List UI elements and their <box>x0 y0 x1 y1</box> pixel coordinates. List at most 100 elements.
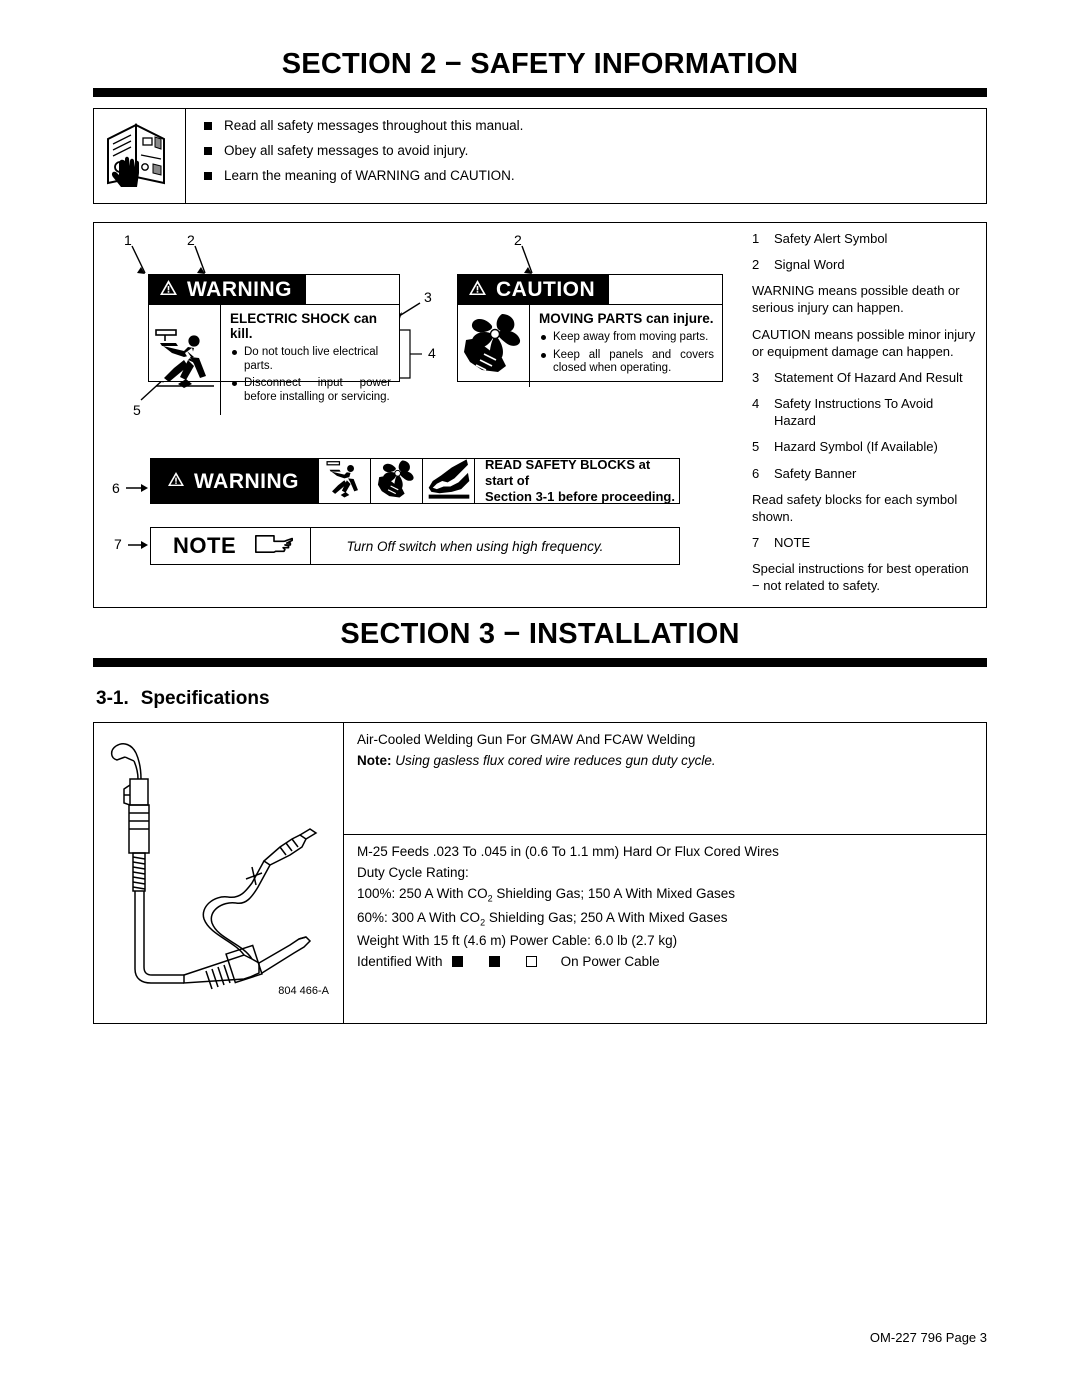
spec-weight-line: Weight With 15 ft (4.6 m) Power Cable: 6… <box>357 933 678 949</box>
note-label: NOTE <box>173 533 237 558</box>
safety-alert-symbol-icon <box>167 471 185 492</box>
square-bullet-icon <box>204 147 212 155</box>
section3-title: SECTION 3 − INSTALLATION <box>340 618 740 650</box>
list-item: Obey all safety messages to avoid injury… <box>204 143 986 158</box>
square-bullet-icon <box>204 172 212 180</box>
warning-signal-word: WARNING <box>187 278 292 301</box>
electric-shock-icon <box>154 324 216 397</box>
caution-instruction-text: Keep all panels and covers closed when o… <box>553 348 714 375</box>
safety-alert-symbol-icon <box>468 279 487 301</box>
caution-banner: CAUTION <box>458 275 722 305</box>
legend-text: NOTE <box>774 535 811 551</box>
legend-item: 7 NOTE <box>752 534 978 551</box>
legend-read-blocks-text: Read safety blocks for each symbol shown… <box>752 491 958 524</box>
welding-gun-image-cell: 804 466-A <box>94 723 344 1023</box>
callout-number-2: 2 <box>187 232 195 248</box>
note-label-cell: NOTE <box>151 528 311 564</box>
list-item: Learn the meaning of WARNING and CAUTION… <box>204 168 986 183</box>
banner-electric-shock-cell <box>319 459 371 503</box>
safety-banner-black: WARNING <box>151 459 319 503</box>
dot-bullet-icon <box>232 350 237 355</box>
warning-signal-block: WARNING ELECTRIC SHOCK can kill. Do not … <box>148 274 400 416</box>
legend-text: Safety Banner <box>774 465 857 481</box>
subheading-text: Specifications <box>140 688 270 709</box>
legend-text: Statement Of Hazard And Result <box>774 369 963 385</box>
manual-bullet-text: Learn the meaning of WARNING and CAUTION… <box>224 168 515 183</box>
spec-identified-with-line: Identified With On Power Cable <box>357 954 986 969</box>
legend-text: Safety Instructions To Avoid Hazard <box>774 396 934 429</box>
warning-instruction-text: Disconnect input power before installing… <box>244 377 391 403</box>
safety-banner-row: WARNING READ SAFETY BLOCKS at start of S… <box>150 457 680 505</box>
callout-number-2b: 2 <box>514 232 522 248</box>
moving-parts-hand-icon <box>462 310 526 381</box>
legend-item: 4 Safety Instructions To Avoid Hazard <box>752 395 978 429</box>
square-bullet-icon <box>204 122 212 130</box>
legend-item: 6 Safety Banner <box>752 465 978 482</box>
manual-bullet-list: Read all safety messages throughout this… <box>186 109 986 203</box>
callout-number-7: 7 <box>114 536 122 552</box>
legend-number: 2 <box>752 257 760 273</box>
legend-number: 6 <box>752 465 760 481</box>
legend-text: Safety Alert Symbol <box>774 231 888 246</box>
safety-alert-symbol-icon <box>159 279 178 301</box>
dot-bullet-icon <box>541 352 546 358</box>
dot-bullet-icon <box>541 335 546 340</box>
caution-body: MOVING PARTS can injure. Keep away from … <box>458 305 722 387</box>
pointing-hand-icon <box>254 532 294 561</box>
spec-duty-cycle-100: 100%: 250 A With CO2 Shielding Gas; 150 … <box>357 886 986 904</box>
banner-moving-parts-cell <box>371 459 423 503</box>
caution-hazard-statement: MOVING PARTS can injure. <box>539 311 714 326</box>
legend-note-definition: Special instructions for best operation … <box>752 561 969 594</box>
specifications-rows: Air-Cooled Welding Gun For GMAW And FCAW… <box>344 723 986 1023</box>
list-item: Read all safety messages throughout this… <box>204 118 986 133</box>
legend-item: 3 Statement Of Hazard And Result <box>752 369 978 386</box>
warning-text-cell: ELECTRIC SHOCK can kill. Do not touch li… <box>221 305 399 415</box>
warning-banner: WARNING <box>149 275 399 305</box>
filled-square-icon <box>489 956 501 968</box>
legend-number: 1 <box>752 231 760 246</box>
crushing-hand-icon <box>427 458 471 505</box>
open-manual-hand-icon <box>103 117 177 196</box>
section3-rule <box>93 658 987 667</box>
legend-number: 7 <box>752 535 760 551</box>
warning-banner-black: WARNING <box>149 275 306 304</box>
on-power-cable-label: On Power Cable <box>560 954 660 970</box>
caution-signal-word: CAUTION <box>496 278 596 301</box>
legend-caution-definition: CAUTION means possible minor injury or e… <box>752 326 976 359</box>
safety-banner-message-line2: Section 3-1 before proceeding. <box>485 489 675 505</box>
legend-number: 5 <box>752 439 760 455</box>
manual-bullet-text: Read all safety messages throughout this… <box>224 118 524 133</box>
section2-rule <box>93 88 987 97</box>
note-row: NOTE Turn Off switch when using high fre… <box>150 527 680 565</box>
legend-list: 1 Safety Alert Symbol 2 Signal Word WARN… <box>752 230 978 604</box>
duty-100-post: Shielding Gas; 150 A With Mixed Gases <box>492 886 735 901</box>
spec-description-line: Air-Cooled Welding Gun For GMAW And FCAW… <box>357 732 696 747</box>
spec-row-ratings: M-25 Feeds .023 To .045 in (0.6 To 1.1 m… <box>344 835 986 1022</box>
spec-duty-cycle-60: 60%: 300 A With CO2 Shielding Gas; 250 A… <box>357 910 986 928</box>
legend-item: 1 Safety Alert Symbol <box>752 230 978 247</box>
safety-banner-signal-word: WARNING <box>194 469 299 493</box>
read-manual-box: Read all safety messages throughout this… <box>93 108 987 204</box>
safety-banner-message: READ SAFETY BLOCKS at start of Section 3… <box>475 457 679 505</box>
spec-duty-cycle-heading: Duty Cycle Rating: <box>357 865 469 880</box>
page-footer: OM-227 796 Page 3 <box>869 1330 987 1345</box>
duty-60-pre: 60%: 300 A With CO <box>357 909 481 925</box>
moving-parts-hand-icon <box>376 458 418 505</box>
legend-number: 4 <box>752 396 760 412</box>
spec-wire-feed-line: M-25 Feeds .023 To .045 in (0.6 To 1.1 m… <box>357 844 779 859</box>
dot-bullet-icon <box>232 381 237 387</box>
spec-note-text: Using gasless flux cored wire reduces gu… <box>395 753 716 768</box>
caution-instruction: Keep away from moving parts. <box>539 331 714 345</box>
manual-bullet-text: Obey all safety messages to avoid injury… <box>224 143 469 158</box>
legend-item: 2 Signal Word <box>752 256 978 273</box>
caution-banner-black: CAUTION <box>458 275 610 304</box>
warning-instruction: Do not touch live electrical parts. <box>230 346 391 373</box>
caution-hazard-cell <box>458 305 530 387</box>
manual-icon-cell <box>94 109 186 203</box>
filled-square-icon <box>452 956 464 968</box>
warning-body: ELECTRIC SHOCK can kill. Do not touch li… <box>149 305 399 416</box>
legend-number: 3 <box>752 369 760 385</box>
legend-text: Hazard Symbol (If Available) <box>774 439 938 455</box>
caution-instruction: Keep all panels and covers closed when o… <box>539 349 714 376</box>
callout-number-1: 1 <box>124 232 132 248</box>
